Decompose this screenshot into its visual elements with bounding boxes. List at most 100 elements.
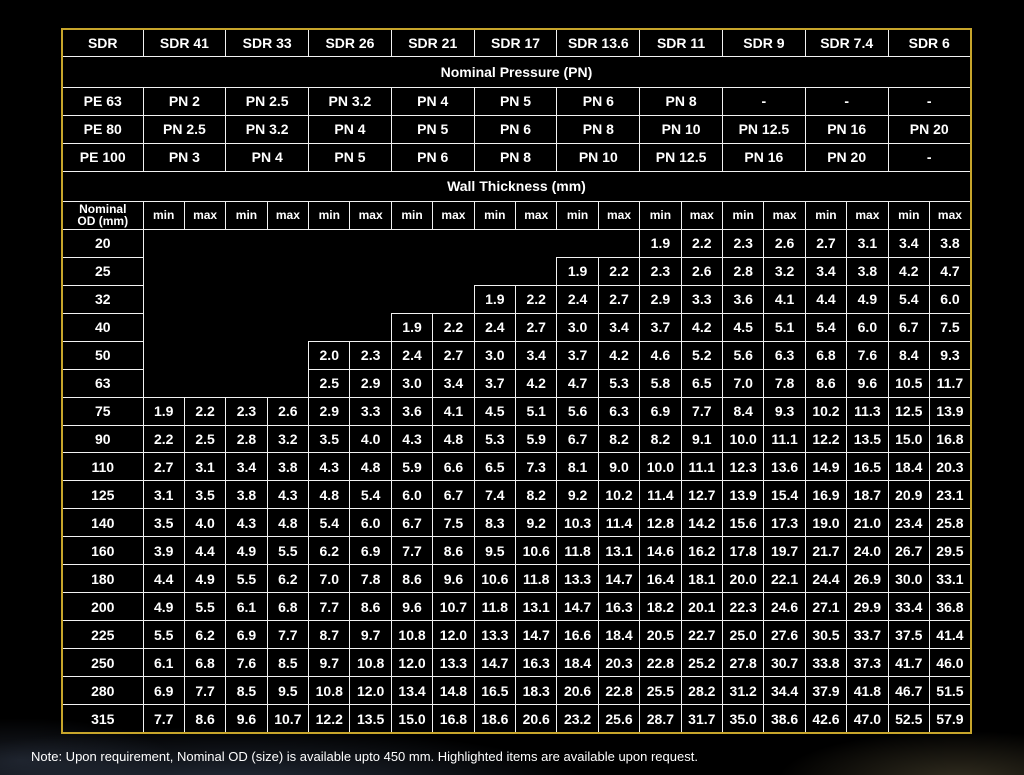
thickness-cell: 19.7 bbox=[763, 536, 806, 566]
empty-cell bbox=[308, 313, 350, 342]
thickness-cell: 2.8 bbox=[721, 256, 765, 286]
min-header: min bbox=[225, 200, 268, 230]
thickness-cell: 10.3 bbox=[556, 508, 599, 538]
pressure-row: PE 63 PN 2 PN 2.5 PN 3.2 PN 4 PN 5 PN 6 PN 8--- bbox=[61, 86, 972, 116]
thickness-cell: 14.8 bbox=[432, 676, 475, 706]
thickness-cell: 22.8 bbox=[639, 648, 682, 678]
thickness-cell: 10.0 bbox=[639, 452, 682, 482]
thickness-cell: 20.5 bbox=[639, 620, 682, 650]
od-cell: 40 bbox=[61, 312, 144, 342]
thickness-cell: 1.9 bbox=[142, 396, 185, 426]
thickness-cell: 4.2 bbox=[515, 368, 558, 398]
thickness-cell: 23.1 bbox=[928, 480, 972, 510]
thickness-cell: 3.2 bbox=[266, 424, 310, 454]
thickness-cell: 6.9 bbox=[142, 676, 185, 706]
empty-cell bbox=[309, 229, 350, 257]
thickness-cell: 13.9 bbox=[721, 480, 765, 510]
thickness-cell: 26.7 bbox=[887, 536, 930, 566]
thickness-cell: 10.8 bbox=[390, 620, 434, 650]
thickness-cell: 9.5 bbox=[266, 676, 310, 706]
pressure-cell: PN 6 bbox=[473, 114, 558, 144]
empty-cell bbox=[349, 313, 392, 342]
material-label: PE 80 bbox=[61, 114, 144, 144]
max-header: max bbox=[515, 200, 558, 230]
sdr-label: SDR bbox=[61, 28, 144, 58]
pressure-row: PE 80 PN 2.5 PN 3.2 PN 4 PN 5 PN 6 PN 8 PN 10 PN… bbox=[61, 114, 972, 144]
thickness-cell: 9.2 bbox=[515, 508, 558, 538]
thickness-cell: 4.1 bbox=[763, 284, 806, 314]
thickness-cell: 42.6 bbox=[804, 704, 848, 734]
thickness-cell: 7.8 bbox=[349, 564, 392, 594]
thickness-cell: 16.4 bbox=[639, 564, 682, 594]
sdr-header-cell: SDR 33 bbox=[225, 28, 310, 58]
thickness-cell: 37.9 bbox=[804, 676, 848, 706]
thickness-cell: 5.1 bbox=[763, 312, 806, 342]
thickness-row: 280 6.9 7.7 8.5 9.5 10.8 12.0 13.4 14.8 16.5 18.3 2… bbox=[61, 676, 972, 706]
thickness-cell: 6.1 bbox=[142, 648, 185, 678]
thickness-cell: 3.8 bbox=[266, 452, 310, 482]
empty-cell bbox=[474, 229, 515, 257]
thickness-cell: 8.3 bbox=[473, 508, 517, 538]
thickness-cell: 2.3 bbox=[721, 228, 765, 258]
pressure-cell: PN 12.5 bbox=[721, 114, 806, 144]
thickness-cell: 12.8 bbox=[639, 508, 682, 538]
thickness-cell: 6.3 bbox=[597, 396, 641, 426]
thickness-cell: 3.9 bbox=[142, 536, 185, 566]
thickness-row: 125 3.1 3.5 3.8 4.3 4.8 5.4 6.0 6.7 7.4 8.2 9.2 10.2… bbox=[61, 480, 972, 510]
thickness-cell: 6.6 bbox=[432, 452, 475, 482]
empty-cell bbox=[143, 313, 184, 341]
thickness-cell: 18.4 bbox=[887, 452, 930, 482]
thickness-cell: 9.3 bbox=[928, 340, 972, 370]
thickness-cell: 10.8 bbox=[349, 648, 392, 678]
thickness-row: 90 2.2 2.5 2.8 3.2 3.5 4.0 4.3 4.8 5.3 5.9 6.7 8.2 8.… bbox=[61, 424, 972, 454]
thickness-cell: 16.8 bbox=[928, 424, 972, 454]
thickness-cell: 5.2 bbox=[680, 340, 723, 370]
thickness-cell: 11.8 bbox=[473, 592, 517, 622]
thickness-cell: 29.5 bbox=[928, 536, 972, 566]
thickness-cell: 3.6 bbox=[390, 396, 434, 426]
thickness-cell: 2.7 bbox=[142, 452, 185, 482]
thickness-cell: 5.3 bbox=[597, 368, 641, 398]
thickness-cell: 20.9 bbox=[887, 480, 930, 510]
thickness-cell: 8.6 bbox=[804, 368, 848, 398]
pressure-cell: PN 20 bbox=[887, 114, 972, 144]
thickness-cell: 8.1 bbox=[556, 452, 599, 482]
od-cell: 200 bbox=[61, 592, 144, 622]
sdr-header-cell: SDR 9 bbox=[721, 28, 806, 58]
thickness-cell: 22.8 bbox=[597, 676, 641, 706]
min-header: min bbox=[142, 200, 185, 230]
thickness-cell: 3.1 bbox=[183, 452, 227, 482]
thickness-cell: 16.2 bbox=[680, 536, 723, 566]
thickness-cell: 4.3 bbox=[308, 452, 351, 482]
thickness-cell: 4.9 bbox=[142, 592, 185, 622]
thickness-cell: 3.4 bbox=[597, 312, 641, 342]
thickness-cell: 2.9 bbox=[308, 396, 351, 426]
thickness-cell: 2.7 bbox=[804, 228, 848, 258]
empty-cell bbox=[184, 229, 225, 257]
thickness-cell: 3.7 bbox=[556, 340, 599, 370]
thickness-cell: 6.9 bbox=[349, 536, 392, 566]
empty-cell bbox=[433, 229, 474, 257]
max-header: max bbox=[183, 200, 227, 230]
thickness-cell: 14.7 bbox=[515, 620, 558, 650]
thickness-cell: 5.9 bbox=[515, 424, 558, 454]
max-header: max bbox=[597, 200, 641, 230]
thickness-cell: 15.0 bbox=[390, 704, 434, 734]
pressure-cell: PN 2.5 bbox=[142, 114, 227, 144]
thickness-cell: 6.0 bbox=[846, 312, 889, 342]
material-label: PE 100 bbox=[61, 142, 144, 172]
thickness-cell: 6.8 bbox=[266, 592, 310, 622]
thickness-row: 315 7.7 8.6 9.6 10.7 12.2 13.5 15.0 16.8 18.6 20.6… bbox=[61, 704, 972, 734]
empty-cell bbox=[350, 257, 391, 285]
thickness-cell: 3.7 bbox=[473, 368, 517, 398]
empty-cell bbox=[391, 229, 432, 257]
thickness-cell: 2.4 bbox=[390, 340, 434, 370]
thickness-cell: 7.7 bbox=[680, 396, 723, 426]
thickness-cell: 4.4 bbox=[183, 536, 227, 566]
thickness-cell: 28.7 bbox=[639, 704, 682, 734]
min-header: min bbox=[473, 200, 517, 230]
thickness-cell: 2.2 bbox=[515, 284, 558, 314]
empty-cell bbox=[143, 285, 184, 313]
max-header: max bbox=[266, 200, 310, 230]
thickness-cell: 7.0 bbox=[308, 564, 351, 594]
